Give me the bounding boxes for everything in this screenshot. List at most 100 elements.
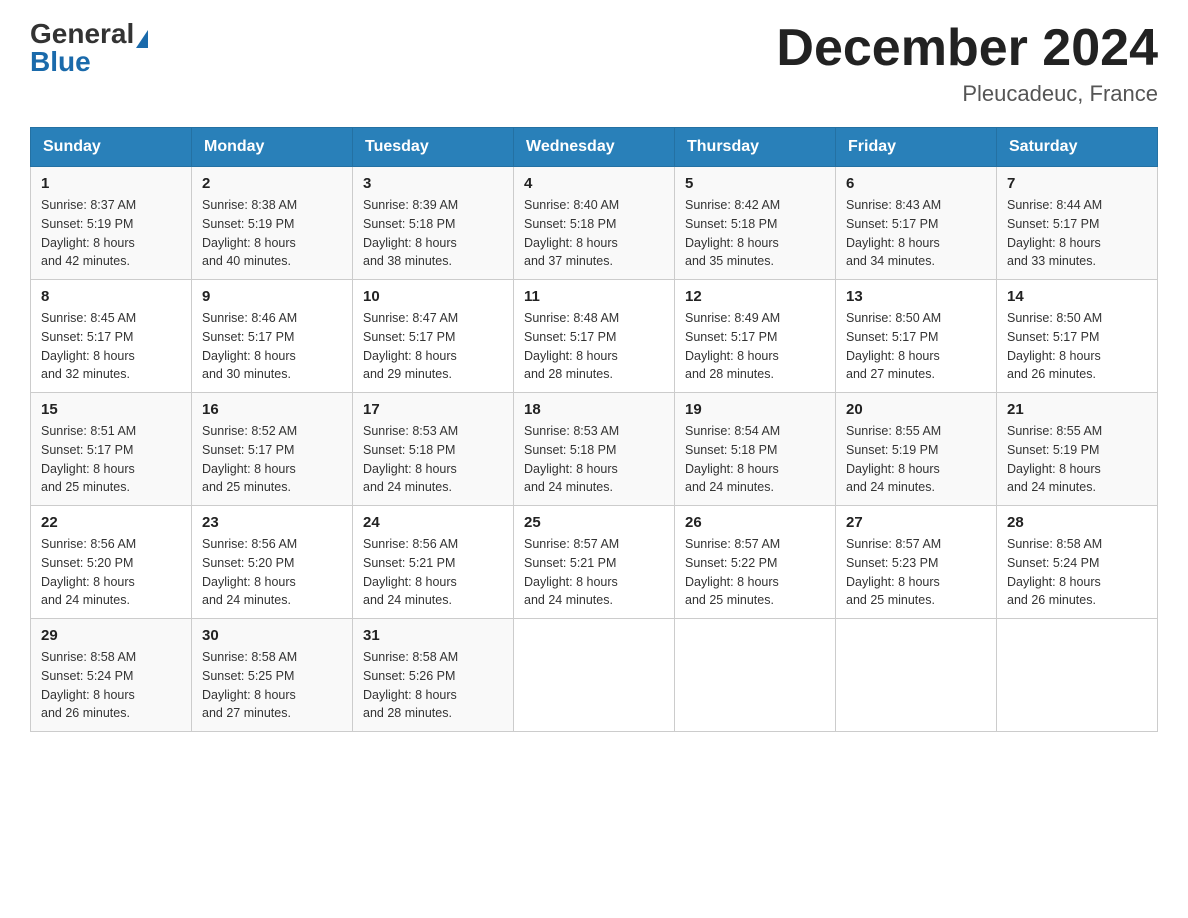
calendar-day-cell — [514, 619, 675, 732]
calendar-day-cell: 11 Sunrise: 8:48 AM Sunset: 5:17 PM Dayl… — [514, 280, 675, 393]
calendar-day-cell: 10 Sunrise: 8:47 AM Sunset: 5:17 PM Dayl… — [353, 280, 514, 393]
location-subtitle: Pleucadeuc, France — [776, 81, 1158, 107]
day-number: 18 — [524, 401, 664, 418]
calendar-day-cell: 18 Sunrise: 8:53 AM Sunset: 5:18 PM Dayl… — [514, 393, 675, 506]
day-number: 17 — [363, 401, 503, 418]
day-info: Sunrise: 8:56 AM Sunset: 5:20 PM Dayligh… — [202, 535, 342, 610]
day-info: Sunrise: 8:58 AM Sunset: 5:25 PM Dayligh… — [202, 648, 342, 723]
calendar-day-cell — [836, 619, 997, 732]
calendar-day-cell: 5 Sunrise: 8:42 AM Sunset: 5:18 PM Dayli… — [675, 167, 836, 280]
day-number: 3 — [363, 175, 503, 192]
day-info: Sunrise: 8:46 AM Sunset: 5:17 PM Dayligh… — [202, 309, 342, 384]
day-info: Sunrise: 8:45 AM Sunset: 5:17 PM Dayligh… — [41, 309, 181, 384]
col-sunday: Sunday — [31, 128, 192, 167]
day-info: Sunrise: 8:56 AM Sunset: 5:21 PM Dayligh… — [363, 535, 503, 610]
calendar-day-cell: 23 Sunrise: 8:56 AM Sunset: 5:20 PM Dayl… — [192, 506, 353, 619]
calendar-day-cell: 31 Sunrise: 8:58 AM Sunset: 5:26 PM Dayl… — [353, 619, 514, 732]
day-info: Sunrise: 8:43 AM Sunset: 5:17 PM Dayligh… — [846, 196, 986, 271]
logo: General Blue — [30, 20, 148, 76]
day-info: Sunrise: 8:57 AM Sunset: 5:22 PM Dayligh… — [685, 535, 825, 610]
calendar-day-cell: 19 Sunrise: 8:54 AM Sunset: 5:18 PM Dayl… — [675, 393, 836, 506]
calendar-day-cell: 15 Sunrise: 8:51 AM Sunset: 5:17 PM Dayl… — [31, 393, 192, 506]
col-wednesday: Wednesday — [514, 128, 675, 167]
day-info: Sunrise: 8:54 AM Sunset: 5:18 PM Dayligh… — [685, 422, 825, 497]
calendar-day-cell: 16 Sunrise: 8:52 AM Sunset: 5:17 PM Dayl… — [192, 393, 353, 506]
calendar-day-cell: 25 Sunrise: 8:57 AM Sunset: 5:21 PM Dayl… — [514, 506, 675, 619]
day-number: 24 — [363, 514, 503, 531]
calendar-day-cell: 20 Sunrise: 8:55 AM Sunset: 5:19 PM Dayl… — [836, 393, 997, 506]
day-number: 16 — [202, 401, 342, 418]
col-monday: Monday — [192, 128, 353, 167]
day-info: Sunrise: 8:58 AM Sunset: 5:26 PM Dayligh… — [363, 648, 503, 723]
day-info: Sunrise: 8:51 AM Sunset: 5:17 PM Dayligh… — [41, 422, 181, 497]
logo-blue-text: Blue — [30, 48, 91, 76]
calendar-day-cell: 27 Sunrise: 8:57 AM Sunset: 5:23 PM Dayl… — [836, 506, 997, 619]
calendar-day-cell: 6 Sunrise: 8:43 AM Sunset: 5:17 PM Dayli… — [836, 167, 997, 280]
day-info: Sunrise: 8:42 AM Sunset: 5:18 PM Dayligh… — [685, 196, 825, 271]
day-info: Sunrise: 8:50 AM Sunset: 5:17 PM Dayligh… — [846, 309, 986, 384]
col-friday: Friday — [836, 128, 997, 167]
day-number: 2 — [202, 175, 342, 192]
calendar-day-cell: 2 Sunrise: 8:38 AM Sunset: 5:19 PM Dayli… — [192, 167, 353, 280]
day-number: 26 — [685, 514, 825, 531]
calendar-day-cell: 24 Sunrise: 8:56 AM Sunset: 5:21 PM Dayl… — [353, 506, 514, 619]
day-info: Sunrise: 8:37 AM Sunset: 5:19 PM Dayligh… — [41, 196, 181, 271]
day-number: 14 — [1007, 288, 1147, 305]
calendar-day-cell — [675, 619, 836, 732]
day-number: 20 — [846, 401, 986, 418]
title-section: December 2024 Pleucadeuc, France — [776, 20, 1158, 107]
day-number: 13 — [846, 288, 986, 305]
day-info: Sunrise: 8:49 AM Sunset: 5:17 PM Dayligh… — [685, 309, 825, 384]
calendar-day-cell: 21 Sunrise: 8:55 AM Sunset: 5:19 PM Dayl… — [997, 393, 1158, 506]
col-thursday: Thursday — [675, 128, 836, 167]
page-header: General Blue December 2024 Pleucadeuc, F… — [30, 20, 1158, 107]
calendar-day-cell: 3 Sunrise: 8:39 AM Sunset: 5:18 PM Dayli… — [353, 167, 514, 280]
col-tuesday: Tuesday — [353, 128, 514, 167]
calendar-day-cell: 22 Sunrise: 8:56 AM Sunset: 5:20 PM Dayl… — [31, 506, 192, 619]
calendar-day-cell: 13 Sunrise: 8:50 AM Sunset: 5:17 PM Dayl… — [836, 280, 997, 393]
day-info: Sunrise: 8:56 AM Sunset: 5:20 PM Dayligh… — [41, 535, 181, 610]
day-info: Sunrise: 8:55 AM Sunset: 5:19 PM Dayligh… — [1007, 422, 1147, 497]
calendar-day-cell: 1 Sunrise: 8:37 AM Sunset: 5:19 PM Dayli… — [31, 167, 192, 280]
logo-triangle-icon — [136, 30, 148, 48]
day-info: Sunrise: 8:40 AM Sunset: 5:18 PM Dayligh… — [524, 196, 664, 271]
day-info: Sunrise: 8:48 AM Sunset: 5:17 PM Dayligh… — [524, 309, 664, 384]
logo-general-text: General — [30, 18, 134, 49]
day-info: Sunrise: 8:50 AM Sunset: 5:17 PM Dayligh… — [1007, 309, 1147, 384]
day-info: Sunrise: 8:47 AM Sunset: 5:17 PM Dayligh… — [363, 309, 503, 384]
calendar-day-cell — [997, 619, 1158, 732]
calendar-day-cell: 28 Sunrise: 8:58 AM Sunset: 5:24 PM Dayl… — [997, 506, 1158, 619]
day-info: Sunrise: 8:53 AM Sunset: 5:18 PM Dayligh… — [524, 422, 664, 497]
day-number: 23 — [202, 514, 342, 531]
calendar-day-cell: 26 Sunrise: 8:57 AM Sunset: 5:22 PM Dayl… — [675, 506, 836, 619]
calendar-day-cell: 9 Sunrise: 8:46 AM Sunset: 5:17 PM Dayli… — [192, 280, 353, 393]
day-number: 27 — [846, 514, 986, 531]
day-number: 9 — [202, 288, 342, 305]
col-saturday: Saturday — [997, 128, 1158, 167]
day-number: 8 — [41, 288, 181, 305]
calendar-day-cell: 7 Sunrise: 8:44 AM Sunset: 5:17 PM Dayli… — [997, 167, 1158, 280]
logo-general: General — [30, 20, 148, 48]
day-number: 28 — [1007, 514, 1147, 531]
day-number: 30 — [202, 627, 342, 644]
calendar-day-cell: 4 Sunrise: 8:40 AM Sunset: 5:18 PM Dayli… — [514, 167, 675, 280]
day-info: Sunrise: 8:55 AM Sunset: 5:19 PM Dayligh… — [846, 422, 986, 497]
day-number: 31 — [363, 627, 503, 644]
day-info: Sunrise: 8:58 AM Sunset: 5:24 PM Dayligh… — [41, 648, 181, 723]
day-info: Sunrise: 8:57 AM Sunset: 5:23 PM Dayligh… — [846, 535, 986, 610]
calendar-table: Sunday Monday Tuesday Wednesday Thursday… — [30, 127, 1158, 732]
calendar-day-cell: 30 Sunrise: 8:58 AM Sunset: 5:25 PM Dayl… — [192, 619, 353, 732]
day-number: 7 — [1007, 175, 1147, 192]
day-number: 11 — [524, 288, 664, 305]
day-info: Sunrise: 8:38 AM Sunset: 5:19 PM Dayligh… — [202, 196, 342, 271]
day-number: 29 — [41, 627, 181, 644]
calendar-week-row: 8 Sunrise: 8:45 AM Sunset: 5:17 PM Dayli… — [31, 280, 1158, 393]
calendar-week-row: 29 Sunrise: 8:58 AM Sunset: 5:24 PM Dayl… — [31, 619, 1158, 732]
day-info: Sunrise: 8:44 AM Sunset: 5:17 PM Dayligh… — [1007, 196, 1147, 271]
day-number: 21 — [1007, 401, 1147, 418]
day-info: Sunrise: 8:58 AM Sunset: 5:24 PM Dayligh… — [1007, 535, 1147, 610]
day-number: 10 — [363, 288, 503, 305]
day-number: 6 — [846, 175, 986, 192]
day-info: Sunrise: 8:39 AM Sunset: 5:18 PM Dayligh… — [363, 196, 503, 271]
month-year-title: December 2024 — [776, 20, 1158, 77]
